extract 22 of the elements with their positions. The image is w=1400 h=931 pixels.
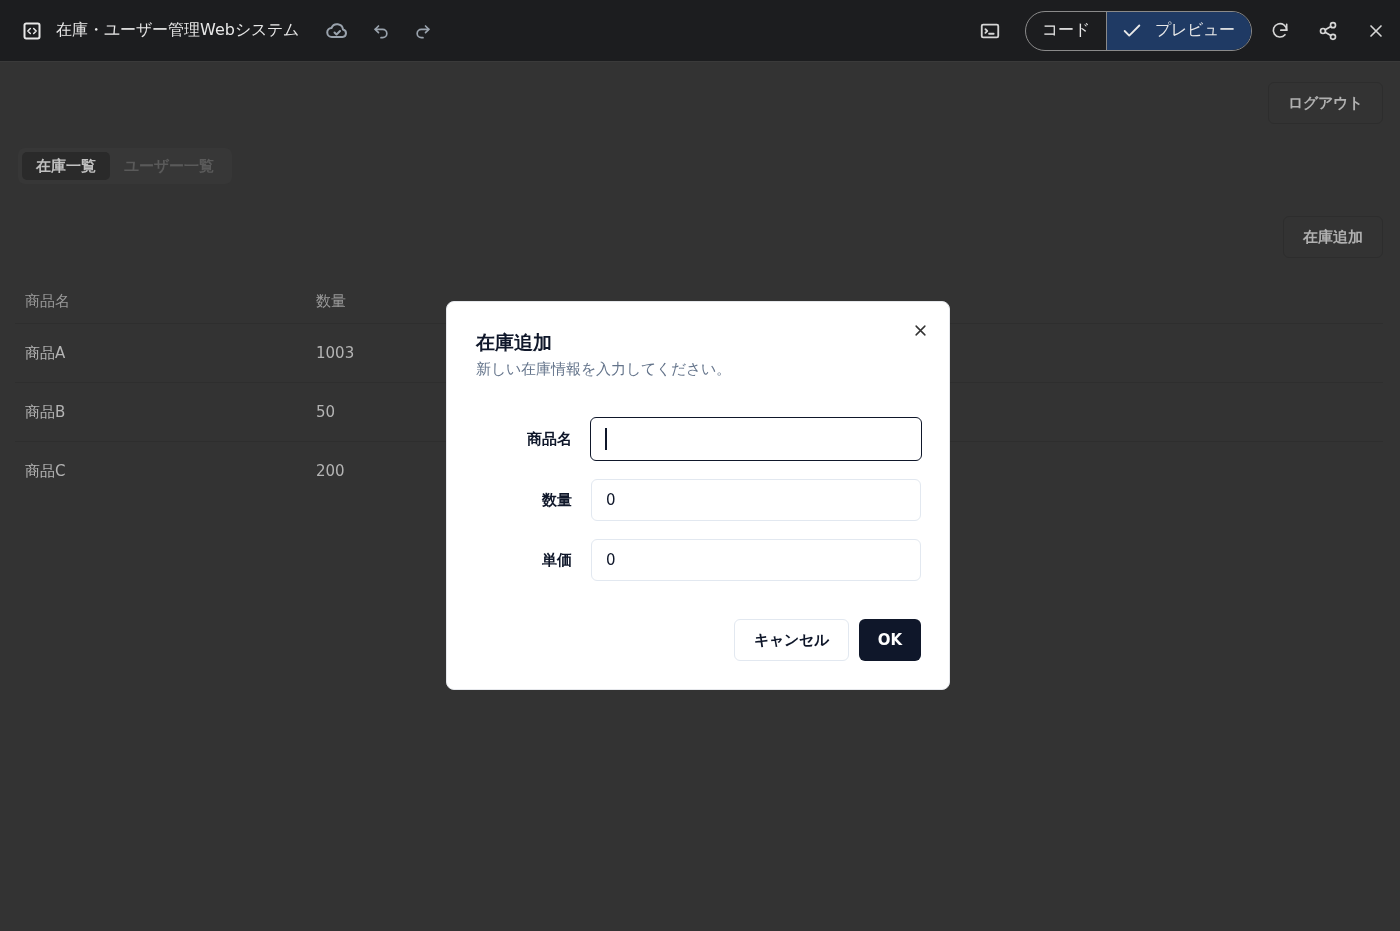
add-stock-button[interactable]: 在庫追加 bbox=[1283, 216, 1383, 258]
table-cell: 商品B bbox=[15, 382, 306, 442]
cancel-button[interactable]: キャンセル bbox=[733, 619, 849, 661]
view-toggle-button[interactable]: プレビュー bbox=[1106, 11, 1251, 50]
table-cell: 商品A bbox=[15, 323, 306, 383]
refresh-icon[interactable] bbox=[1270, 20, 1290, 41]
share-icon[interactable] bbox=[1318, 20, 1338, 41]
field-label: 数量 bbox=[541, 490, 572, 510]
code-icon bbox=[22, 20, 42, 41]
close-icon[interactable] bbox=[913, 323, 928, 338]
input-field[interactable] bbox=[590, 417, 922, 461]
column-header: 商品名 bbox=[15, 280, 306, 324]
table-cell: 商品C bbox=[15, 441, 306, 500]
field-label: 単価 bbox=[541, 550, 572, 570]
tab[interactable]: 在庫一覧 bbox=[22, 152, 110, 180]
column-header: 数量 bbox=[306, 280, 538, 324]
logout-button[interactable]: ログアウト bbox=[1268, 82, 1383, 124]
input-field[interactable]: 0 bbox=[591, 479, 921, 521]
app-title: 在庫・ユーザー管理Webシステム bbox=[56, 20, 299, 41]
ok-button[interactable]: OK bbox=[858, 619, 921, 661]
input-field[interactable]: 0 bbox=[591, 539, 921, 581]
view-toggle-button[interactable]: コード bbox=[1026, 11, 1106, 50]
